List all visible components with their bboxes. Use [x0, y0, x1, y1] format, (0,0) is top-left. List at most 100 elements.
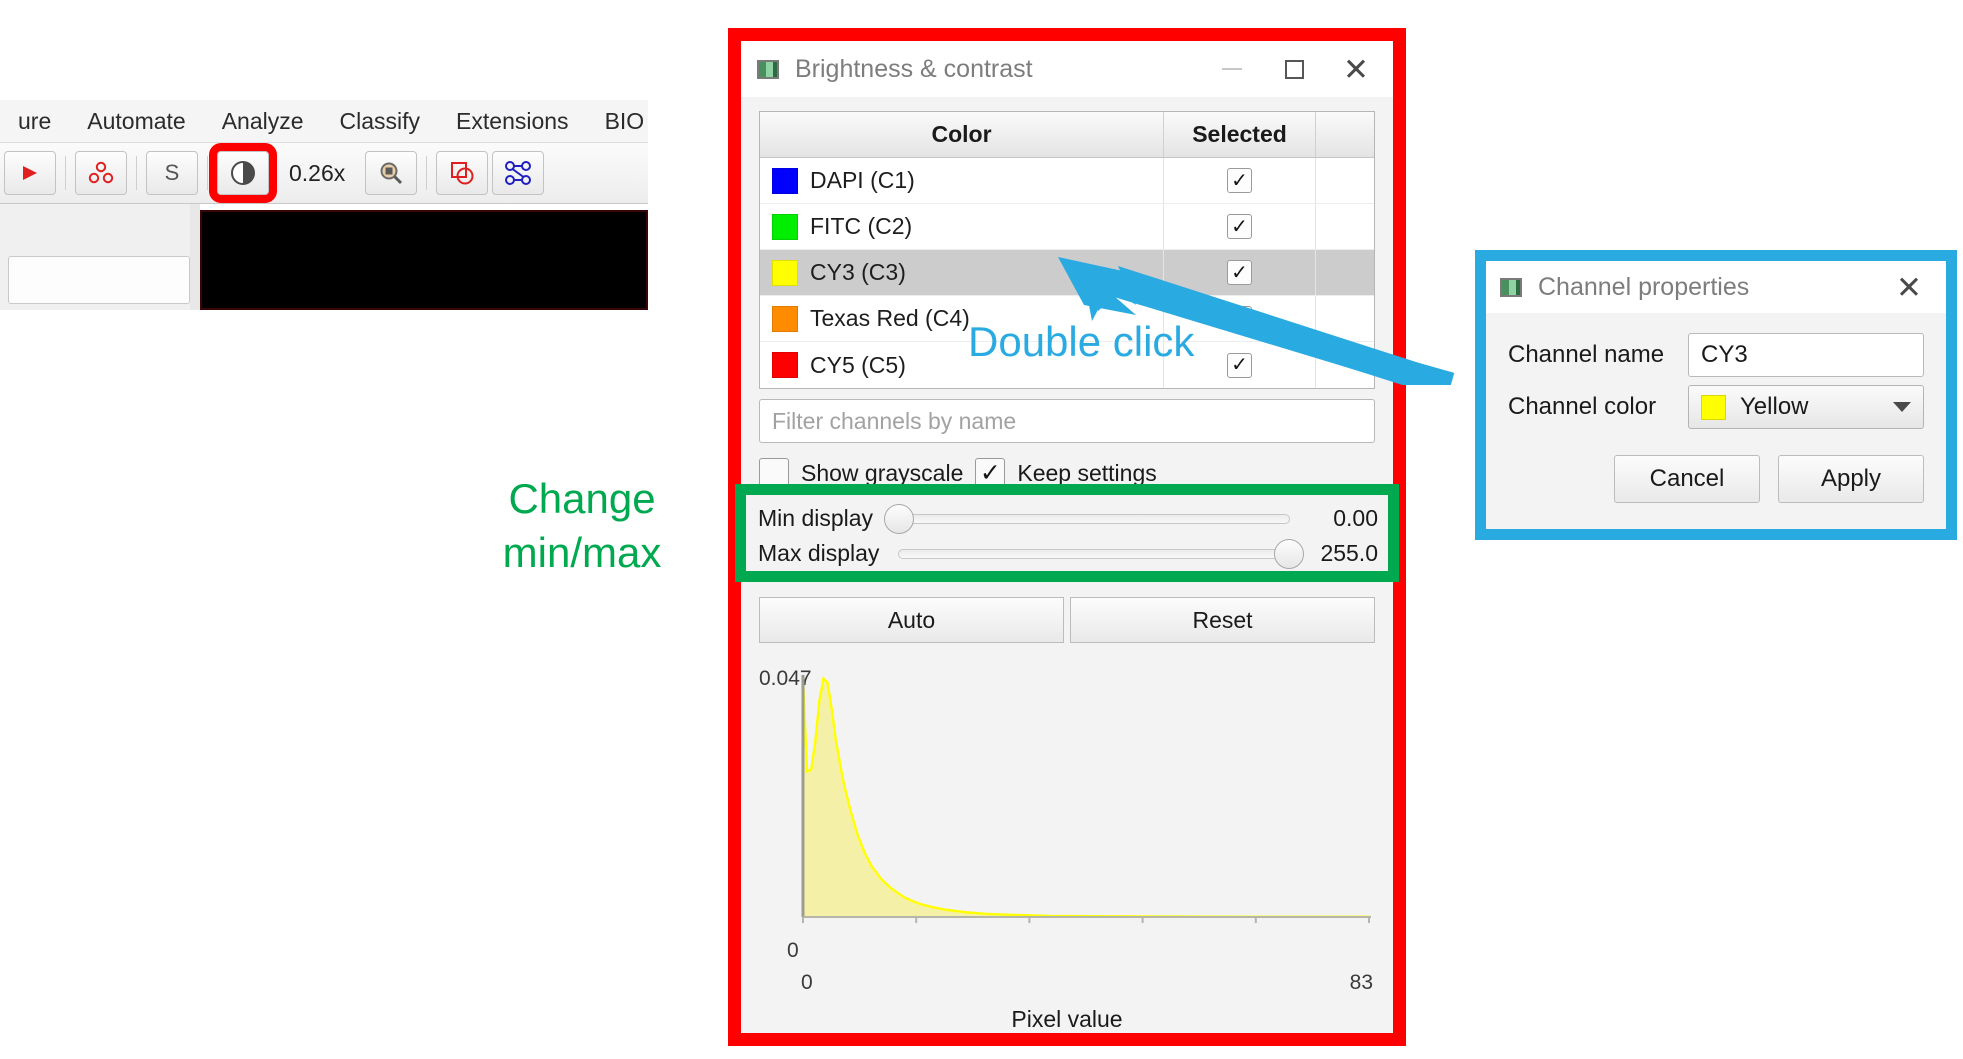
column-header-extra[interactable] — [1316, 112, 1374, 157]
channel-properties-buttons: Cancel Apply — [1508, 455, 1924, 503]
arrow-icon-button[interactable] — [4, 151, 56, 195]
channel-checkbox[interactable]: ✓ — [1227, 352, 1252, 378]
reset-button[interactable]: Reset — [1070, 597, 1375, 643]
min-display-row: Min display 0.00 — [758, 501, 1378, 536]
histogram-x-axis-label: Pixel value — [1011, 1006, 1123, 1032]
channel-label: Texas Red (C4) — [810, 305, 970, 331]
histogram-y-min-label: 0 — [787, 939, 799, 962]
min-display-value: 0.00 — [1333, 505, 1378, 531]
toolbar-divider — [136, 156, 137, 190]
min-display-slider[interactable] — [884, 503, 1290, 534]
max-display-slider[interactable] — [898, 538, 1304, 569]
channel-extra-cell — [1316, 296, 1374, 341]
channel-color-swatch — [772, 167, 798, 194]
panel-scrollbar[interactable] — [190, 204, 200, 310]
channel-checkbox[interactable]: ✓ — [1227, 168, 1252, 193]
connected-nodes-icon-button[interactable] — [492, 151, 545, 195]
cancel-button[interactable]: Cancel — [1614, 455, 1760, 503]
dialog-title: Brightness & contrast — [795, 54, 1033, 83]
histogram-x-max-label: 83 — [1349, 971, 1373, 994]
channel-checkbox[interactable]: ✓ — [1227, 306, 1252, 331]
filter-channels-input[interactable]: Filter channels by name — [759, 399, 1375, 443]
tool-bar: S 0.26x — [0, 142, 648, 204]
channel-table-header: Color Selected — [760, 112, 1374, 158]
channel-properties-title-bar: Channel properties ✕ — [1486, 261, 1946, 313]
channel-name-cell[interactable]: DAPI (C1) — [760, 158, 1164, 203]
table-row[interactable]: FITC (C2) ✓ — [760, 204, 1374, 250]
menu-item-extensions[interactable]: Extensions — [438, 108, 587, 135]
close-icon[interactable]: ✕ — [1325, 47, 1387, 91]
menu-item-measure[interactable]: ure — [0, 108, 69, 135]
channel-selected-cell[interactable]: ✓ — [1164, 250, 1316, 295]
max-display-label: Max display — [758, 540, 880, 566]
menu-item-classify[interactable]: Classify — [322, 108, 439, 135]
show-grayscale-label: Show grayscale — [801, 459, 964, 486]
app-window-icon — [1500, 277, 1522, 297]
max-display-row: Max display 255.0 — [758, 536, 1378, 571]
channel-selected-cell[interactable]: ✓ — [1164, 158, 1316, 203]
channel-label: DAPI (C1) — [810, 167, 915, 193]
table-row-selected[interactable]: CY3 (C3) ✓ — [760, 250, 1374, 296]
menu-item-bioformats[interactable]: BIO — [587, 108, 663, 135]
channel-color-select[interactable]: Yellow — [1688, 385, 1924, 429]
image-viewer[interactable] — [200, 210, 648, 310]
magnifier-icon-button[interactable] — [365, 151, 418, 195]
maximize-icon[interactable] — [1263, 47, 1325, 91]
channel-color-swatch — [772, 213, 798, 240]
channel-selected-cell[interactable]: ✓ — [1164, 204, 1316, 249]
min-display-slider-knob[interactable] — [884, 503, 914, 534]
histogram-plot — [801, 675, 1371, 923]
channel-label: CY5 (C5) — [810, 351, 906, 378]
left-panel-field[interactable] — [8, 256, 190, 304]
display-range-sliders: Min display 0.00 Max display 255.0 — [746, 495, 1388, 571]
dialog-title-bar: Brightness & contrast ✕ — [741, 41, 1393, 97]
channel-extra-cell — [1316, 158, 1374, 203]
auto-button[interactable]: Auto — [759, 597, 1064, 643]
annotation-double-click: Double click — [968, 318, 1195, 365]
channel-checkbox[interactable]: ✓ — [1227, 260, 1252, 285]
apply-button[interactable]: Apply — [1778, 455, 1924, 503]
column-header-selected[interactable]: Selected — [1164, 112, 1316, 157]
max-display-slider-knob[interactable] — [1274, 538, 1304, 569]
channel-color-swatch — [772, 305, 798, 332]
channel-label: CY3 (C3) — [810, 259, 906, 285]
annotation-change-minmax-line2: min/max — [502, 528, 662, 576]
toolbar-divider — [207, 156, 208, 190]
histogram-chart: 0.047 0 0 83 Pixel value — [759, 661, 1375, 1033]
channel-checkbox[interactable]: ✓ — [1227, 214, 1252, 239]
channel-label: FITC (C2) — [810, 213, 913, 239]
menu-item-automate[interactable]: Automate — [69, 108, 203, 135]
column-header-color[interactable]: Color — [760, 112, 1164, 157]
channel-extra-cell — [1316, 342, 1374, 388]
minimize-icon[interactable] — [1201, 47, 1263, 91]
zoom-level-label: 0.26x — [289, 159, 346, 186]
channel-color-label: Channel color — [1508, 393, 1657, 420]
channel-color-row: Channel color Yellow — [1508, 381, 1924, 433]
min-display-label: Min display — [758, 505, 874, 531]
brightness-contrast-icon-button[interactable] — [209, 143, 277, 203]
close-icon[interactable]: ✕ — [1878, 265, 1940, 309]
overlapping-shapes-icon-button[interactable] — [436, 151, 489, 195]
channel-extra-cell — [1316, 250, 1374, 295]
channel-properties-title: Channel properties — [1538, 272, 1750, 301]
annotation-change-minmax: Change min/max — [472, 472, 692, 580]
channel-name-cell[interactable]: CY3 (C3) — [760, 250, 1164, 295]
cells-icon-button[interactable] — [75, 151, 127, 195]
channel-properties-body: Channel name CY3 Channel color Yellow Ca… — [1486, 313, 1946, 529]
channel-color-swatch — [772, 352, 798, 378]
channel-color-swatch — [772, 259, 798, 286]
keep-settings-label: Keep settings — [1017, 459, 1157, 486]
qupath-body — [0, 204, 648, 310]
histogram-x-min-label: 0 — [801, 971, 813, 994]
script-icon-button[interactable]: S — [146, 151, 198, 195]
app-window-icon — [757, 59, 779, 79]
channel-name-cell[interactable]: FITC (C2) — [760, 204, 1164, 249]
channel-extra-cell — [1316, 204, 1374, 249]
channel-color-swatch — [1701, 394, 1726, 420]
toolbar-divider — [65, 156, 66, 190]
menu-bar: ure Automate Analyze Classify Extensions… — [0, 100, 648, 142]
table-row[interactable]: DAPI (C1) ✓ — [760, 158, 1374, 204]
channel-name-input[interactable]: CY3 — [1688, 333, 1924, 377]
menu-item-analyze[interactable]: Analyze — [204, 108, 322, 135]
auto-reset-button-row: Auto Reset — [759, 597, 1375, 643]
